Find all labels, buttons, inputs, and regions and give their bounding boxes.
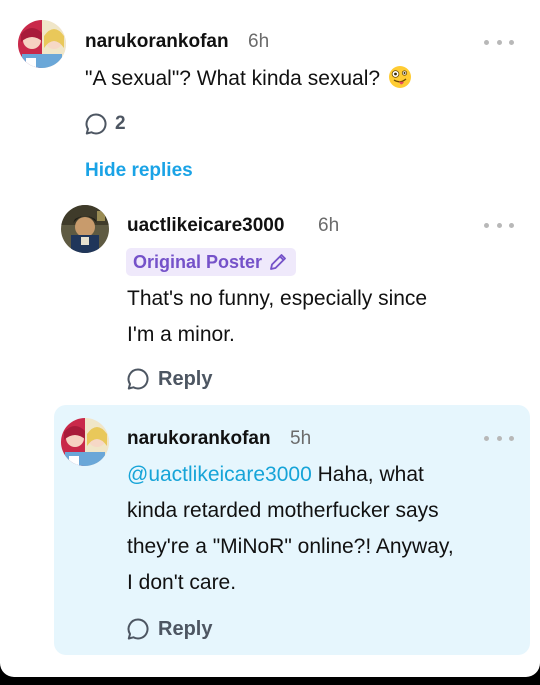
reply-text-line: I'm a minor. — [127, 323, 235, 346]
reply-body: @uactlikeicare3000 Haha, what kinda reta… — [127, 457, 454, 601]
avatar[interactable] — [61, 205, 109, 253]
comment-username[interactable]: narukorankofan — [85, 31, 229, 53]
reply-text-line: @uactlikeicare3000 Haha, what — [127, 457, 454, 493]
reply-text-segment: Haha, what — [311, 463, 424, 486]
original-poster-label: Original Poster — [133, 251, 263, 272]
reply-body: That's no funny, especially since I'm a … — [127, 281, 427, 353]
comment-text: "A sexual"? What kinda sexual? — [85, 67, 381, 90]
dot-icon — [509, 222, 514, 228]
reply-text-line: That's no funny, especially since — [127, 287, 428, 310]
dot-icon — [509, 39, 514, 45]
dot-icon — [484, 435, 489, 441]
comment-bubble-icon — [127, 618, 149, 640]
reply-button-label: Reply — [158, 367, 213, 390]
dot-icon — [496, 435, 502, 441]
dot-icon — [496, 39, 502, 45]
more-options-button[interactable] — [484, 433, 514, 443]
dot-icon — [496, 222, 502, 228]
avatar-image-narukorankofan — [61, 418, 109, 466]
reply-button-label: Reply — [158, 617, 213, 640]
avatar[interactable] — [61, 418, 109, 466]
zany-face-emoji-icon — [388, 66, 411, 88]
user-mention-link[interactable]: @uactlikeicare3000 — [127, 463, 312, 486]
avatar-image-narukorankofan — [18, 20, 66, 68]
reply-timestamp: 6h — [318, 215, 340, 236]
comment-bubble-icon — [127, 368, 149, 390]
comment-bubble-icon — [85, 113, 107, 135]
pencil-icon — [270, 254, 286, 270]
reply-username[interactable]: uactlikeicare3000 — [127, 215, 284, 237]
avatar[interactable] — [18, 20, 66, 68]
more-options-button[interactable] — [484, 220, 514, 230]
reply-text-line: kinda retarded motherfucker says — [127, 499, 439, 522]
original-poster-badge: Original Poster — [126, 248, 297, 276]
reply-text-line: they're a "MiNoR" online?! Anyway, — [127, 535, 454, 558]
avatar-image-uactlikeicare3000 — [61, 205, 109, 253]
reply-text-line: I don't care. — [127, 571, 237, 594]
dot-icon — [484, 39, 489, 45]
hide-replies-link[interactable]: Hide replies — [85, 160, 193, 182]
reply-timestamp: 5h — [290, 428, 312, 449]
reply-count: 2 — [115, 113, 126, 134]
reply-button[interactable]: Reply — [126, 617, 212, 641]
comment-timestamp: 6h — [248, 31, 270, 52]
comment-body: "A sexual"? What kinda sexual? — [85, 61, 412, 97]
comment-replies-button[interactable]: 2 — [84, 112, 126, 136]
dot-icon — [509, 435, 514, 441]
reply-button[interactable]: Reply — [126, 367, 212, 391]
comments-panel: narukorankofan 6h "A sexual"? What kinda… — [0, 0, 540, 677]
more-options-button[interactable] — [484, 37, 514, 47]
reply-username[interactable]: narukorankofan — [127, 428, 271, 450]
dot-icon — [484, 222, 489, 228]
